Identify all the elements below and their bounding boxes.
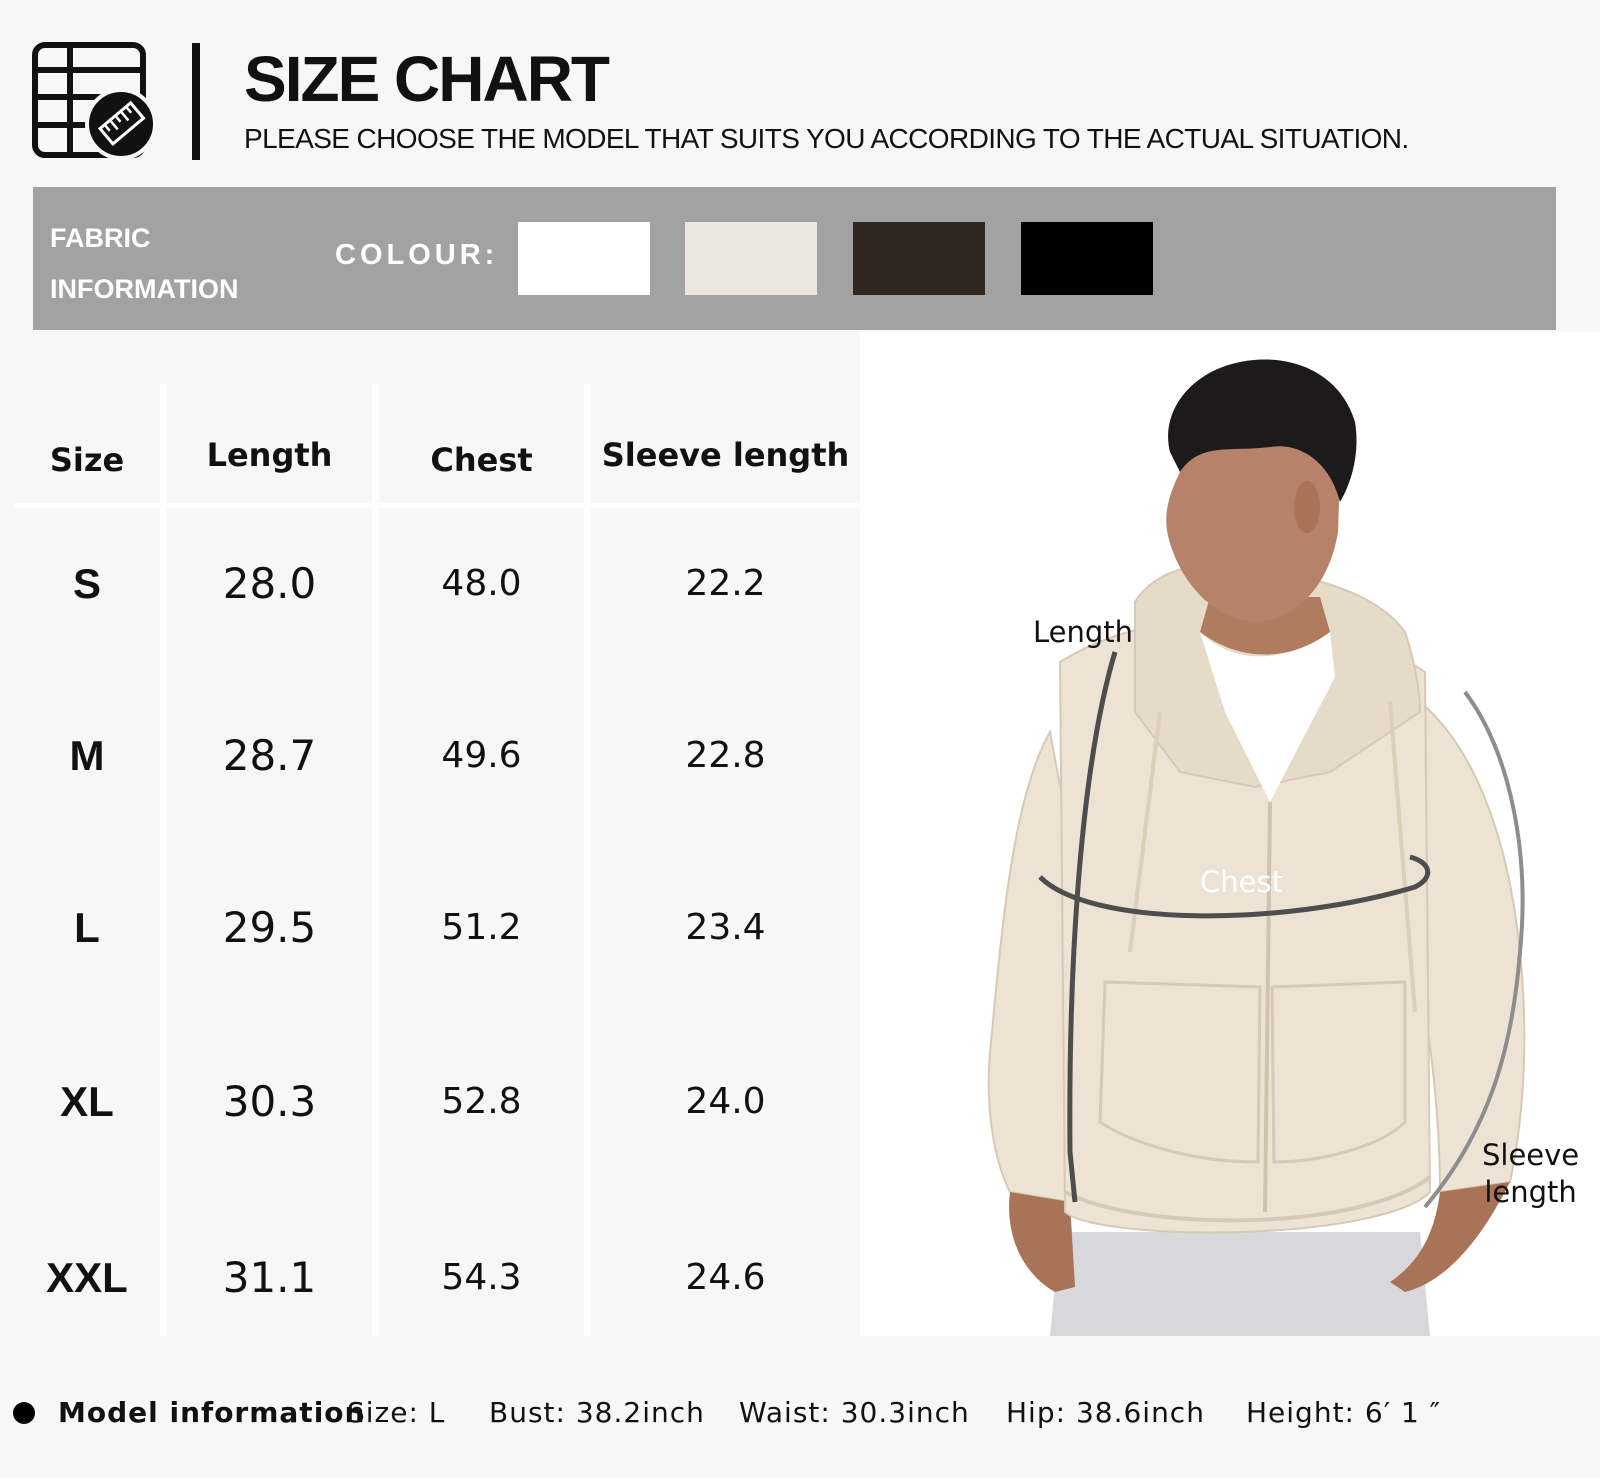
colour-swatch-white[interactable]	[518, 222, 650, 295]
sleeve-length-label: Sleeve length	[1482, 1138, 1580, 1209]
page-subtitle: PLEASE CHOOSE THE MODEL THAT SUITS YOU A…	[244, 123, 1409, 154]
column-header-sleeve-length: Sleeve length	[601, 436, 850, 474]
length-label: Length	[1033, 615, 1134, 649]
model-waist: Waist: 30.3inch	[739, 1396, 970, 1429]
table-cell-size: XL	[60, 1078, 114, 1125]
column-header-size: Size	[49, 441, 125, 479]
colour-swatch-beige[interactable]	[685, 222, 817, 295]
chest-label: Chest	[1200, 865, 1283, 899]
table-cell-chest: 48.0	[441, 563, 522, 604]
model-size: Size: L	[347, 1396, 446, 1429]
column-header-length: Length	[206, 436, 333, 474]
colour-swatch-black[interactable]	[1021, 222, 1153, 295]
table-cell-chest: 49.6	[441, 735, 522, 776]
ruler-icon	[85, 88, 157, 160]
table-cell-size: L	[74, 904, 100, 951]
column-divider	[160, 384, 167, 1336]
page-title: SIZE CHART	[244, 43, 610, 115]
table-cell-length: 28.0	[222, 559, 317, 608]
table-cell-chest: 51.2	[441, 907, 522, 948]
table-cell-length: 29.5	[222, 903, 317, 952]
table-cell-sleeve-length: 24.6	[685, 1257, 766, 1298]
fabric-info-bar: FABRIC INFORMATION COLOUR:	[33, 187, 1556, 330]
model-hip: Hip: 38.6inch	[1006, 1396, 1205, 1429]
table-cell-chest: 52.8	[441, 1081, 522, 1122]
colour-swatch-brown[interactable]	[853, 222, 985, 295]
table-cell-sleeve-length: 24.0	[685, 1081, 766, 1122]
model-info-title: Model information	[58, 1396, 366, 1429]
colour-label: COLOUR:	[335, 239, 499, 271]
column-divider	[372, 384, 379, 1336]
model-info-bar: Model information Size: L Bust: 38.2inch…	[0, 1380, 1600, 1440]
fabric-info-label: FABRIC INFORMATION	[50, 223, 239, 304]
table-cell-length: 31.1	[222, 1253, 317, 1302]
model-height: Height: 6′ 1 ″	[1246, 1396, 1442, 1429]
header-row-divider	[14, 503, 860, 508]
bullet-icon	[13, 1402, 35, 1424]
header-divider	[192, 43, 200, 160]
header: SIZE CHART PLEASE CHOOSE THE MODEL THAT …	[0, 0, 1600, 180]
size-table	[0, 332, 860, 1336]
table-cell-size: XXL	[46, 1254, 128, 1301]
table-cell-size: M	[69, 732, 105, 779]
model-bust: Bust: 38.2inch	[489, 1396, 705, 1429]
size-chart-table-icon	[32, 42, 157, 160]
column-header-chest: Chest	[430, 441, 533, 479]
table-cell-length: 30.3	[222, 1077, 317, 1126]
table-cell-length: 28.7	[222, 731, 317, 780]
table-cell-chest: 54.3	[441, 1257, 522, 1298]
column-divider	[584, 384, 591, 1336]
table-cell-size: S	[72, 560, 101, 607]
table-cell-sleeve-length: 23.4	[685, 907, 766, 948]
model-photo: Length Chest Sleeve length	[860, 332, 1600, 1336]
table-cell-sleeve-length: 22.8	[685, 735, 766, 776]
table-cell-sleeve-length: 22.2	[685, 563, 766, 604]
